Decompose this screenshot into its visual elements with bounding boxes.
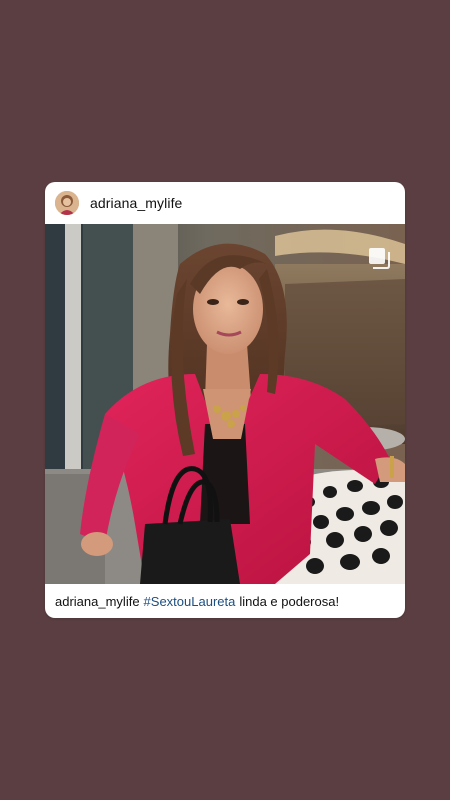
post-header: adriana_mylife (45, 182, 405, 224)
multiple-photos-icon (369, 248, 390, 269)
post-photo[interactable] (45, 224, 405, 584)
story-screen: adriana_mylife adriana_mylife #SextouLau… (0, 0, 450, 800)
user-avatar[interactable] (55, 191, 79, 215)
post-caption: adriana_mylife #SextouLaureta linda e po… (45, 584, 405, 618)
caption-text: linda e poderosa! (239, 593, 340, 609)
caption-hashtag[interactable]: #SextouLaureta (144, 594, 236, 609)
caption-username[interactable]: adriana_mylife (55, 594, 140, 609)
instagram-post-card[interactable]: adriana_mylife adriana_mylife #SextouLau… (45, 182, 405, 618)
post-username[interactable]: adriana_mylife (90, 195, 182, 211)
